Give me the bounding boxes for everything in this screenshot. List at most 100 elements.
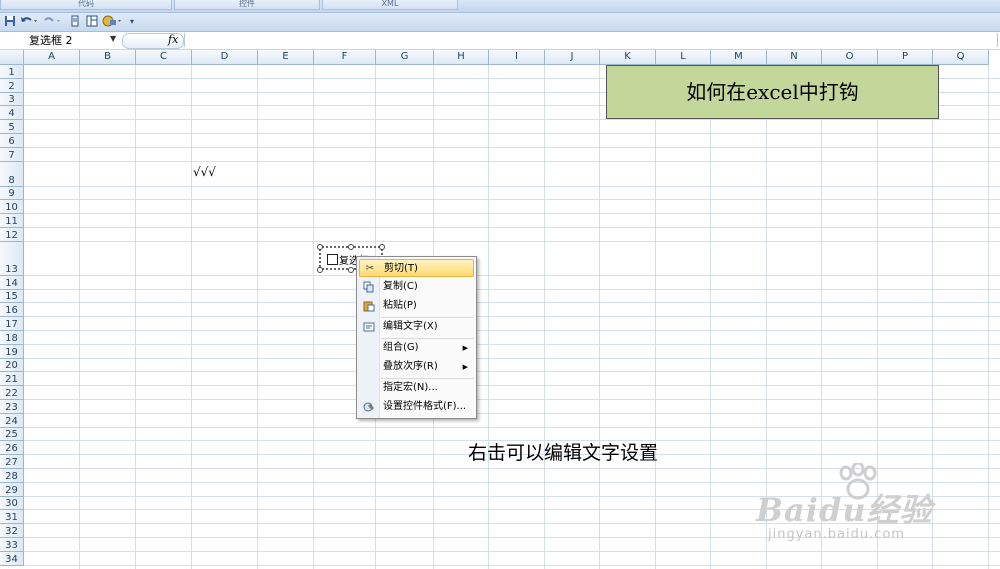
row-header[interactable]: 15 — [0, 289, 24, 304]
row-header[interactable]: 25 — [0, 427, 24, 442]
grid-line — [24, 146, 1000, 148]
formula-input[interactable] — [184, 33, 998, 47]
column-header[interactable]: C — [136, 50, 192, 65]
submenu-arrow-icon: ▶ — [462, 363, 468, 371]
customize-icon[interactable]: ▾ — [127, 15, 137, 29]
row-header[interactable]: 7 — [0, 147, 24, 162]
row-header[interactable]: 6 — [0, 134, 24, 148]
resize-handle[interactable] — [379, 244, 385, 250]
menu-item-copy[interactable]: 复制(C) — [359, 278, 474, 296]
tools-icon[interactable] — [101, 15, 125, 29]
column-header[interactable]: A — [24, 50, 80, 65]
menu-item-label: 编辑文字(X) — [383, 321, 438, 332]
grid-line — [24, 330, 1000, 331]
submenu-arrow-icon: ▶ — [462, 344, 468, 352]
menu-item-paste[interactable]: 粘贴(P) — [359, 297, 474, 315]
grid-line — [24, 227, 1000, 228]
column-header[interactable]: M — [711, 50, 767, 65]
column-header[interactable]: L — [656, 50, 711, 65]
column-header[interactable]: Q — [933, 50, 989, 65]
column-header[interactable]: F — [314, 50, 376, 65]
ribbon-tab-controls[interactable]: 控件 — [174, 0, 320, 10]
paste-icon — [363, 300, 375, 312]
column-header[interactable]: I — [489, 50, 545, 65]
row-header[interactable]: 22 — [0, 386, 24, 400]
menu-item-assign-macro[interactable]: 指定宏(N)... — [359, 379, 474, 397]
row-header[interactable]: 13 — [0, 241, 24, 276]
context-menu: ✂ 剪切(T) 复制(C) 粘贴(P) 编辑文字(X) 组合(G) ▶ 叠放次序… — [356, 256, 477, 419]
edit-text-icon — [363, 321, 375, 333]
column-header[interactable]: J — [545, 50, 600, 65]
resize-handle[interactable] — [317, 267, 323, 273]
menu-item-order[interactable]: 叠放次序(R) ▶ — [359, 358, 474, 376]
redo-icon[interactable] — [42, 15, 64, 29]
column-header[interactable]: P — [878, 50, 933, 65]
row-header[interactable]: 34 — [0, 551, 24, 566]
row-header[interactable]: 18 — [0, 331, 24, 345]
column-header[interactable]: G — [376, 50, 434, 65]
column-header[interactable]: B — [80, 50, 136, 65]
row-header[interactable]: 16 — [0, 303, 24, 318]
watermark-url: jingyan.baidu.com — [768, 527, 905, 542]
resize-handle[interactable] — [348, 267, 354, 273]
row-header[interactable]: 31 — [0, 510, 24, 525]
row-header[interactable]: 20 — [0, 358, 24, 373]
row-header[interactable]: 23 — [0, 400, 24, 414]
menu-item-group[interactable]: 组合(G) ▶ — [359, 339, 474, 357]
menu-item-format-control[interactable]: 设置控件格式(F)... — [359, 398, 474, 416]
row-header[interactable]: 17 — [0, 317, 24, 331]
format-control-icon — [363, 401, 375, 413]
row-header[interactable]: 3 — [0, 92, 24, 107]
grid-line — [24, 274, 1000, 276]
row-header[interactable]: 19 — [0, 344, 24, 359]
row-header[interactable]: 8 — [0, 161, 24, 187]
row-header[interactable]: 21 — [0, 372, 24, 387]
grid-line — [24, 199, 1000, 201]
undo-icon[interactable] — [19, 15, 41, 29]
grid-line — [24, 160, 1000, 162]
scissors-icon: ✂ — [365, 263, 375, 274]
grid-line — [24, 133, 1000, 134]
function-icon[interactable]: fx — [168, 33, 178, 46]
print-icon[interactable] — [68, 15, 82, 29]
save-icon[interactable] — [3, 15, 17, 29]
checkmark-cell-text: √√√ — [193, 165, 216, 179]
column-header[interactable]: D — [192, 50, 258, 65]
row-header[interactable]: 26 — [0, 441, 24, 456]
row-header[interactable]: 10 — [0, 200, 24, 215]
row-header[interactable]: 24 — [0, 413, 24, 428]
row-header[interactable]: 9 — [0, 186, 24, 201]
row-header[interactable]: 1 — [0, 65, 24, 79]
menu-item-cut[interactable]: ✂ 剪切(T) — [359, 259, 474, 277]
row-header[interactable]: 27 — [0, 455, 24, 469]
resize-handle[interactable] — [348, 244, 354, 250]
row-header[interactable]: 12 — [0, 228, 24, 242]
name-box[interactable]: 复选框 2 — [4, 33, 118, 47]
row-header[interactable]: 5 — [0, 120, 24, 134]
column-header[interactable]: O — [822, 50, 878, 65]
form-icon[interactable] — [85, 15, 99, 29]
ribbon-tab-code[interactable]: 代码 — [0, 0, 172, 10]
row-header[interactable]: 14 — [0, 275, 24, 290]
column-header[interactable]: E — [258, 50, 314, 65]
row-header[interactable]: 33 — [0, 538, 24, 552]
row-header[interactable]: 29 — [0, 482, 24, 497]
menu-item-edit-text[interactable]: 编辑文字(X) — [359, 318, 474, 336]
column-header[interactable]: N — [767, 50, 822, 65]
copy-icon — [363, 281, 375, 293]
row-header[interactable]: 32 — [0, 524, 24, 538]
resize-handle[interactable] — [317, 244, 323, 250]
grid-line — [24, 426, 1000, 428]
row-header[interactable]: 4 — [0, 106, 24, 121]
row-header[interactable]: 30 — [0, 496, 24, 511]
ribbon-tab-xml[interactable]: XML — [322, 0, 458, 10]
row-header[interactable]: 28 — [0, 469, 24, 483]
column-header[interactable]: K — [600, 50, 656, 65]
select-all-corner[interactable] — [0, 50, 24, 65]
column-header[interactable]: H — [434, 50, 489, 65]
checkbox-square[interactable] — [327, 254, 338, 265]
row-header[interactable]: 11 — [0, 214, 24, 228]
chevron-down-icon[interactable]: ▼ — [110, 34, 116, 43]
grid-line — [24, 371, 1000, 373]
row-header[interactable]: 2 — [0, 78, 24, 93]
